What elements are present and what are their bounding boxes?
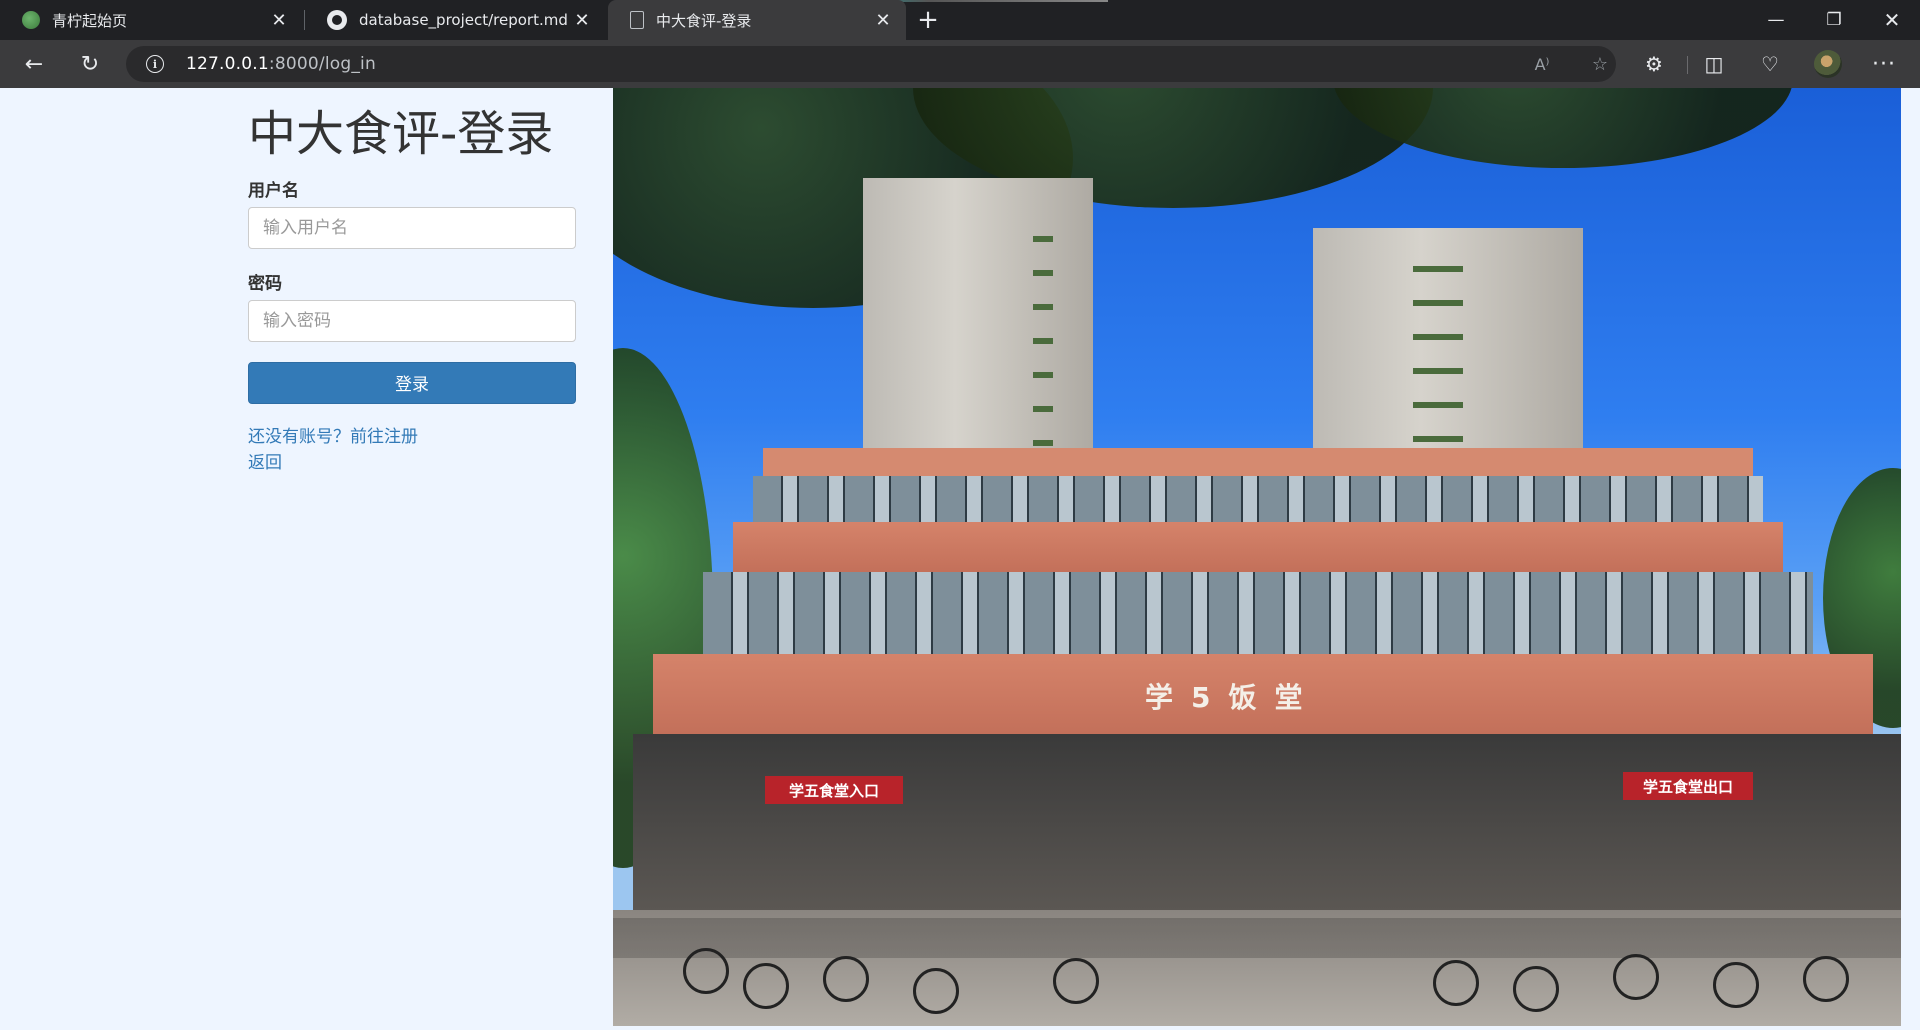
profile-avatar[interactable] — [1814, 50, 1842, 78]
close-icon[interactable]: ✕ — [268, 9, 290, 31]
glass-windows — [703, 572, 1813, 654]
facade-band — [733, 522, 1783, 572]
new-tab-button[interactable]: + — [912, 4, 944, 36]
window-close-button[interactable]: ✕ — [1864, 0, 1920, 40]
leaf-icon — [22, 11, 40, 29]
tab-login-active[interactable]: 中大食评-登录 ✕ — [608, 0, 906, 40]
residential-tower — [1313, 228, 1583, 458]
bicycle — [1433, 960, 1479, 1006]
more-menu-icon[interactable]: ··· — [1870, 50, 1898, 78]
residential-tower — [863, 178, 1093, 458]
page-content: 中大食评-登录 用户名 密码 登录 还没有账号？前往注册 返回 — [0, 88, 1920, 1030]
balcony-column — [1033, 208, 1053, 448]
document-icon — [630, 11, 644, 29]
page-title: 中大食评-登录 — [248, 106, 554, 162]
url-text[interactable]: 127.0.0.1:8000/log_in — [186, 54, 376, 74]
auth-links: 还没有账号？前往注册 返回 — [248, 424, 576, 476]
favorite-star-icon[interactable]: ☆ — [1588, 52, 1612, 76]
tab-github-report[interactable]: database_project/report.md at m ✕ — [305, 0, 605, 40]
glass-windows — [753, 476, 1763, 522]
shadow — [613, 918, 1901, 958]
username-label: 用户名 — [248, 180, 299, 201]
facade-band — [763, 448, 1753, 476]
close-icon[interactable]: ✕ — [571, 9, 593, 31]
bicycle — [1053, 958, 1099, 1004]
balcony-column — [1413, 238, 1463, 458]
github-icon — [327, 10, 347, 30]
username-input[interactable] — [248, 206, 576, 249]
password-input[interactable] — [248, 299, 576, 342]
tab-strip: 青柠起始页 ✕ database_project/report.md at m … — [0, 0, 1920, 40]
address-bar[interactable]: i 127.0.0.1:8000/log_in A⁾ ☆ — [126, 46, 1616, 82]
close-icon[interactable]: ✕ — [872, 9, 894, 31]
tab-title: 中大食评-登录 — [656, 11, 752, 30]
canteen-photo: 学5饭堂 学五食堂入口 学五食堂出口 — [613, 88, 1901, 1026]
building-sign: 学5饭堂 — [1145, 681, 1321, 714]
minimize-button[interactable]: — — [1748, 0, 1804, 40]
reload-button[interactable]: ↻ — [74, 48, 106, 80]
bicycle — [1803, 956, 1849, 1002]
username-group: 用户名 — [248, 176, 576, 249]
tab-qingning-start[interactable]: 青柠起始页 ✕ — [0, 0, 302, 40]
bicycle — [1713, 962, 1759, 1008]
bicycle — [683, 948, 729, 994]
split-screen-icon[interactable]: ◫ — [1700, 50, 1728, 78]
exit-sign: 学五食堂出口 — [1623, 772, 1753, 800]
back-link[interactable]: 返回 — [248, 450, 576, 476]
bicycle — [1613, 954, 1659, 1000]
browser-toolbar: ← ↻ i 127.0.0.1:8000/log_in A⁾ ☆ ⚙ ◫ ♡ ·… — [0, 40, 1920, 88]
read-aloud-icon[interactable]: A⁾ — [1530, 52, 1554, 76]
url-host: 127.0.0.1 — [186, 54, 269, 74]
register-link[interactable]: 还没有账号？前往注册 — [248, 424, 576, 450]
bicycle — [823, 956, 869, 1002]
extensions-icon[interactable]: ⚙ — [1640, 50, 1668, 78]
browser-essentials-icon[interactable]: ♡ — [1756, 50, 1784, 78]
password-group: 密码 — [248, 269, 576, 342]
url-path: :8000/log_in — [268, 54, 376, 74]
bicycle — [1513, 966, 1559, 1012]
back-button[interactable]: ← — [18, 48, 50, 80]
login-button[interactable]: 登录 — [248, 361, 576, 404]
restore-button[interactable]: ❐ — [1806, 0, 1862, 40]
entrance-sign: 学五食堂入口 — [765, 776, 903, 804]
bicycle — [743, 963, 789, 1009]
password-label: 密码 — [248, 273, 282, 294]
tab-title: database_project/report.md at m — [359, 11, 571, 29]
tab-title: 青柠起始页 — [52, 11, 128, 30]
toolbar-divider — [1687, 56, 1688, 74]
ground-floor — [633, 734, 1901, 910]
login-form: 中大食评-登录 用户名 密码 登录 还没有账号？前往注册 返回 — [248, 106, 576, 476]
site-info-icon[interactable]: i — [146, 55, 164, 73]
bicycle — [913, 968, 959, 1014]
tree-foliage — [1333, 88, 1793, 168]
